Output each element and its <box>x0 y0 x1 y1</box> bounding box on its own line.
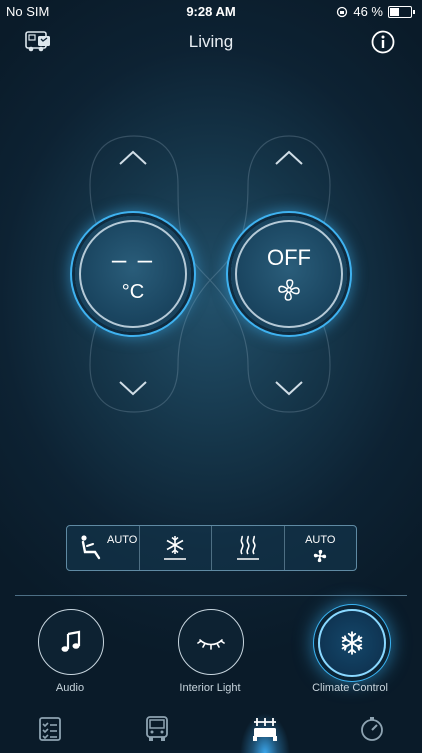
interior-light-label: Interior Light <box>179 682 241 694</box>
dial-ring <box>79 220 187 328</box>
mode-auto-seat[interactable]: AUTO <box>67 526 140 570</box>
climate-mode-bar: AUTO AUTO <box>66 525 357 571</box>
page-title: Living <box>188 32 234 51</box>
chevron-up-icon <box>119 150 147 165</box>
snowflake-icon <box>341 631 363 655</box>
audio-label: Audio <box>55 682 85 694</box>
dial-ring <box>235 220 343 328</box>
audio-button-circle[interactable] <box>38 609 104 675</box>
fan-dial[interactable]: OFF <box>231 216 347 332</box>
fan-up-button[interactable] <box>274 148 304 171</box>
tab-gauge[interactable] <box>358 715 386 743</box>
battery-percent: 46 % <box>353 4 383 19</box>
interior-light-button-circle[interactable] <box>178 609 244 675</box>
tab-vehicle[interactable] <box>143 715 171 743</box>
interior-light-button[interactable] <box>178 609 244 675</box>
heat-icon <box>236 535 259 560</box>
battery-icon <box>388 5 415 18</box>
mode-auto-label: AUTO <box>305 534 336 546</box>
mode-auto-label: AUTO <box>107 534 138 546</box>
seat-icon <box>81 535 101 560</box>
divider <box>15 595 407 596</box>
audio-button[interactable] <box>38 609 104 675</box>
tab-checklist[interactable] <box>36 715 64 743</box>
temperature-down-button[interactable] <box>118 380 148 403</box>
chevron-down-icon <box>275 381 303 396</box>
vehicle-front-icon <box>146 716 168 741</box>
status-right: 46 % <box>336 4 415 19</box>
orientation-lock-icon <box>337 6 348 17</box>
music-note-icon <box>61 630 81 652</box>
fan-icon <box>314 549 327 563</box>
tab-interior[interactable] <box>251 715 279 743</box>
mode-auto-fan[interactable]: AUTO <box>285 526 357 570</box>
chevron-up-icon <box>275 150 303 165</box>
climate-control-label: Climate Control <box>312 682 388 694</box>
climate-control-button-circle[interactable] <box>318 609 386 677</box>
fan-down-button[interactable] <box>274 380 304 403</box>
temperature-up-button[interactable] <box>118 148 148 171</box>
interior-icon <box>253 718 277 741</box>
snowflake-icon <box>164 536 187 560</box>
mode-cooling[interactable] <box>140 526 212 570</box>
temperature-dial[interactable]: – – °C <box>75 216 191 332</box>
chevron-down-icon <box>119 381 147 396</box>
mode-heating[interactable] <box>212 526 285 570</box>
tab-bar <box>0 705 422 753</box>
checklist-icon <box>39 717 61 741</box>
gauge-icon <box>361 717 383 741</box>
info-icon[interactable] <box>371 30 395 54</box>
eye-light-icon <box>197 639 225 650</box>
battery-fill <box>390 7 399 16</box>
climate-control-button[interactable] <box>318 609 386 677</box>
status-bar: No SIM 9:28 AM 46 % <box>0 0 422 24</box>
